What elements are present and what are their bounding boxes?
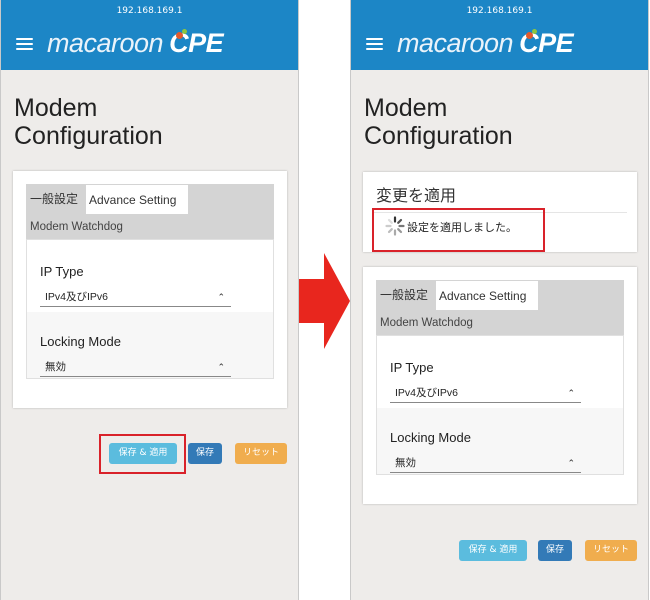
ip-type-value: IPv4及びIPv6 <box>395 387 459 399</box>
save-button[interactable]: 保存 <box>538 540 572 561</box>
logo-main: macaroon <box>47 28 164 58</box>
settings-card: 一般設定 Advance Setting Modem Watchdog IP T… <box>363 267 637 504</box>
apply-notice-title: 変更を適用 <box>376 188 457 205</box>
menu-icon[interactable] <box>16 38 33 50</box>
logo-dot-green <box>532 29 537 34</box>
logo-dot-green <box>182 29 187 34</box>
page-title-line2: Configuration <box>364 122 513 150</box>
logo: macaroon CPE <box>397 28 574 59</box>
select-caret-icon: ⌃ <box>217 292 225 302</box>
settings-card: 一般設定 Advance Setting Modem Watchdog IP T… <box>13 171 287 408</box>
form-panel: IP Type IPv4及びIPv6 ⌃ Locking Mode 無効 ⌃ <box>26 239 274 379</box>
locking-mode-select[interactable]: 無効 ⌃ <box>40 359 231 377</box>
ip-type-value: IPv4及びIPv6 <box>45 291 109 303</box>
status-bar-ip: 192.168.169.1 <box>351 0 648 20</box>
save-apply-button[interactable]: 保存 & 適用 <box>109 443 177 464</box>
ip-type-select[interactable]: IPv4及びIPv6 ⌃ <box>40 289 231 307</box>
tab-advance[interactable]: Advance Setting <box>85 184 189 214</box>
tab-advance[interactable]: Advance Setting <box>435 280 539 310</box>
app-header: macaroon CPE <box>351 20 648 70</box>
screen-before: 192.168.169.1 macaroon CPE Modem Configur… <box>0 0 299 600</box>
logo-main: macaroon <box>397 28 514 58</box>
status-bar-ip: 192.168.169.1 <box>1 0 298 20</box>
subtab-modem-watchdog[interactable]: Modem Watchdog <box>376 310 624 335</box>
locking-mode-value: 無効 <box>45 361 66 373</box>
tab-general[interactable]: 一般設定 <box>380 280 428 310</box>
menu-icon[interactable] <box>366 38 383 50</box>
logo: macaroon CPE <box>47 28 224 59</box>
reset-button[interactable]: リセット <box>235 443 287 464</box>
page-title-line1: Modem <box>14 94 98 122</box>
select-caret-icon: ⌃ <box>567 388 575 398</box>
locking-mode-value: 無効 <box>395 457 416 469</box>
ip-type-select[interactable]: IPv4及びIPv6 ⌃ <box>390 385 581 403</box>
select-caret-icon: ⌃ <box>217 362 225 372</box>
apply-notice-card: 変更を適用 設定を適用しました。 <box>363 172 637 252</box>
highlight-frame <box>372 208 545 252</box>
app-header: macaroon CPE <box>1 20 298 70</box>
tab-bar: 一般設定 Advance Setting <box>376 280 624 310</box>
locking-mode-label: Locking Mode <box>40 334 121 349</box>
screen-after: 192.168.169.1 macaroon CPE Modem Configur… <box>350 0 649 600</box>
save-button[interactable]: 保存 <box>188 443 222 464</box>
reset-button[interactable]: リセット <box>585 540 637 561</box>
page-title: Modem Configuration <box>364 94 513 150</box>
page-title: Modem Configuration <box>14 94 163 150</box>
select-caret-icon: ⌃ <box>567 458 575 468</box>
page-title-line2: Configuration <box>14 122 163 150</box>
tab-bar: 一般設定 Advance Setting <box>26 184 274 214</box>
save-apply-button[interactable]: 保存 & 適用 <box>459 540 527 561</box>
transition-arrow-icon <box>299 253 350 349</box>
subtab-modem-watchdog[interactable]: Modem Watchdog <box>26 214 274 239</box>
form-panel: IP Type IPv4及びIPv6 ⌃ Locking Mode 無効 ⌃ <box>376 335 624 475</box>
tab-general[interactable]: 一般設定 <box>30 184 78 214</box>
page-title-line1: Modem <box>364 94 448 122</box>
ip-type-label: IP Type <box>40 264 84 279</box>
ip-type-label: IP Type <box>390 360 434 375</box>
locking-mode-label: Locking Mode <box>390 430 471 445</box>
locking-mode-select[interactable]: 無効 ⌃ <box>390 455 581 473</box>
